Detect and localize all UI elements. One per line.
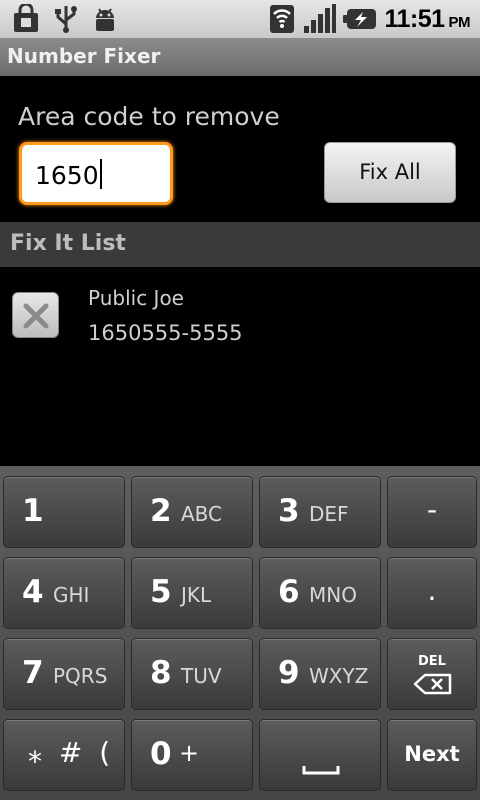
next-label: Next <box>404 742 460 766</box>
key-symbols[interactable]: ⁎ # ( <box>3 719 125 791</box>
key-6[interactable]: 6 MNO <box>259 557 381 629</box>
key-symbols-label: ⁎ # ( <box>28 736 115 769</box>
delete-key[interactable]: DEL <box>387 638 477 710</box>
key-5[interactable]: 5 JKL <box>131 557 253 629</box>
close-icon <box>23 303 49 329</box>
space-key[interactable] <box>259 719 381 791</box>
remove-item-button[interactable] <box>12 292 59 338</box>
battery-charging-icon <box>343 9 376 29</box>
app-title: Number Fixer <box>7 44 161 68</box>
key-letters: MNO <box>309 583 357 607</box>
key-digit: 2 <box>150 493 172 529</box>
key-letters: TUV <box>181 664 222 688</box>
key-letters: ABC <box>181 502 223 526</box>
next-key[interactable]: Next <box>387 719 477 791</box>
key-digit: 7 <box>22 655 44 691</box>
key-letters: PQRS <box>53 664 108 688</box>
list-item: Public Joe 1650555-5555 <box>0 268 480 358</box>
key-symbol: - <box>426 493 438 526</box>
fix-all-button[interactable]: Fix All <box>324 142 456 203</box>
key-symbol: . <box>427 574 437 607</box>
key-8[interactable]: 8 TUV <box>131 638 253 710</box>
key-1[interactable]: 1 <box>3 476 125 548</box>
shopping-bag-icon <box>14 4 38 32</box>
key-digit: 6 <box>278 574 300 610</box>
key-2[interactable]: 2 ABC <box>131 476 253 548</box>
key-0[interactable]: 0 + <box>131 719 253 791</box>
key-7[interactable]: 7 PQRS <box>3 638 125 710</box>
key-4[interactable]: 4 GHI <box>3 557 125 629</box>
area-code-value: 1650 <box>35 159 102 190</box>
area-code-label: Area code to remove <box>18 102 280 131</box>
contact-name: Public Joe <box>88 286 184 310</box>
key-letters: GHI <box>53 583 90 607</box>
usb-icon <box>55 6 77 33</box>
section-title: Fix It List <box>10 231 126 256</box>
fix-it-list-header: Fix It List <box>0 222 480 267</box>
status-bar: 11:51 PM <box>0 0 480 38</box>
key-letters: JKL <box>181 583 212 607</box>
key-digit: 4 <box>22 574 44 610</box>
contact-number: 1650555-5555 <box>88 321 243 345</box>
wifi-icon <box>270 5 294 33</box>
key-digit: 0 <box>150 736 172 772</box>
key-period[interactable]: . <box>387 557 477 629</box>
space-icon <box>302 766 340 775</box>
numeric-keyboard: 1 2 ABC 3 DEF - 4 GHI 5 JKL 6 MNO . 7 PQ… <box>0 466 480 800</box>
key-3[interactable]: 3 DEF <box>259 476 381 548</box>
app-title-bar: Number Fixer <box>0 38 480 76</box>
key-digit: 9 <box>278 655 300 691</box>
area-code-input[interactable]: 1650 <box>19 142 173 205</box>
key-9[interactable]: 9 WXYZ <box>259 638 381 710</box>
key-digit: 3 <box>278 493 300 529</box>
status-time: 11:51 PM <box>384 5 470 33</box>
key-digit: 5 <box>150 574 172 610</box>
signal-icon <box>304 4 336 33</box>
android-debug-icon <box>96 8 114 31</box>
key-digit: 8 <box>150 655 172 691</box>
key-digit: 1 <box>22 493 44 529</box>
key-dash[interactable]: - <box>387 476 477 548</box>
delete-label: DEL <box>418 654 446 669</box>
key-letters: DEF <box>309 502 349 526</box>
backspace-icon <box>413 673 452 695</box>
key-letters: + <box>179 739 200 767</box>
text-cursor <box>99 159 102 189</box>
key-letters: WXYZ <box>309 664 369 688</box>
